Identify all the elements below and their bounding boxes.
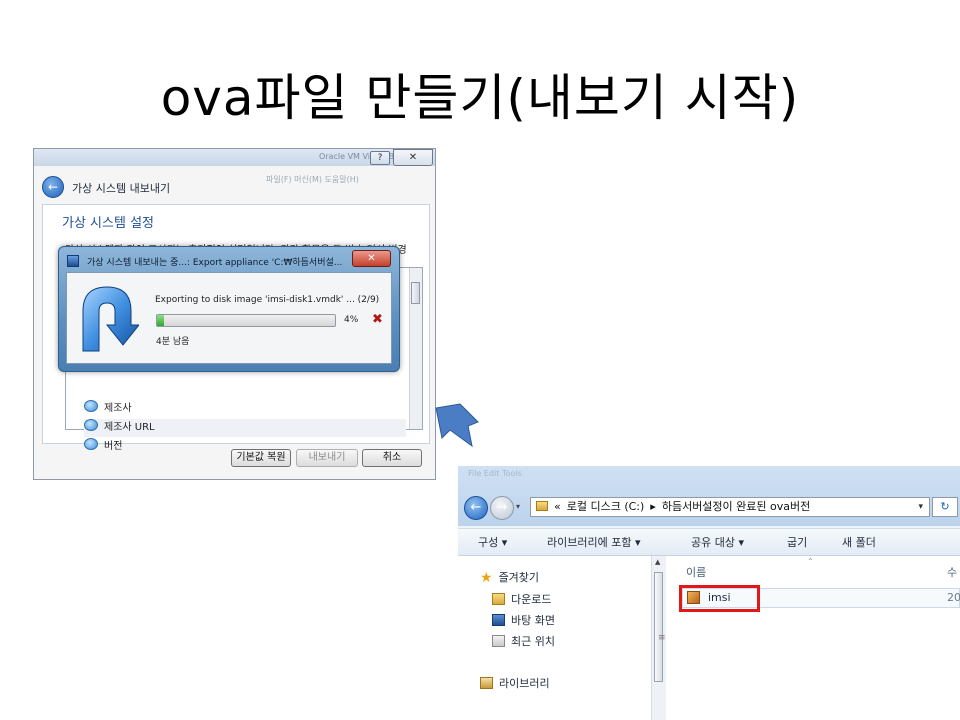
organize-menu[interactable]: 구성 ▾ (478, 534, 507, 550)
time-remaining: 4분 남음 (156, 337, 190, 347)
properties-scrollbar-thumb[interactable] (411, 282, 420, 304)
nav-item-label: 즐겨찾기 (498, 571, 540, 584)
nav-item-label: 최근 위치 (511, 635, 555, 648)
export-button[interactable]: 내보내기 (296, 449, 358, 467)
breadcrumb-local-disk[interactable]: 로컬 디스크 (C:) (567, 498, 645, 516)
sort-indicator-icon: ⌃ (807, 557, 814, 566)
property-label: 버전 (104, 441, 123, 452)
recent-pages-dropdown-icon[interactable]: ▾ (516, 502, 520, 511)
speech-bubble-icon (84, 438, 98, 450)
recent-places-icon (492, 635, 505, 647)
breadcrumb-separator[interactable]: ▸ (650, 498, 656, 516)
restore-defaults-button[interactable]: 기본값 복원 (231, 449, 291, 467)
cancel-export-icon[interactable]: ✖ (372, 312, 383, 327)
breadcrumb-ova-folder[interactable]: 하듬서버설정이 완료된 ova버전 (662, 498, 810, 516)
export-arrow-icon (82, 286, 139, 352)
desktop-icon (492, 614, 505, 626)
forward-arrow-icon[interactable]: → (490, 496, 514, 520)
flow-arrow-icon (435, 403, 479, 448)
background-window-title: Oracle VM VirtualBox (319, 152, 404, 161)
scrollbar-grip-icon: ≡ (658, 633, 666, 643)
nav-item-downloads[interactable]: 다운로드 (492, 591, 551, 607)
back-arrow-icon[interactable]: ← (464, 496, 488, 520)
nav-item-label: 다운로드 (511, 593, 552, 606)
nav-item-recent-places[interactable]: 최근 위치 (492, 633, 555, 649)
wizard-close-button[interactable]: ✕ (393, 149, 433, 166)
wizard-header-title: 가상 시스템 내보내기 (72, 182, 171, 195)
property-row-version[interactable]: 버전 (84, 438, 122, 456)
properties-scrollbar[interactable] (409, 268, 422, 429)
progress-percent: 4% (344, 315, 359, 325)
export-progress-dialog: 가상 시스템 내보내는 중...: Export appliance 'C:₩하… (58, 246, 400, 372)
background-window-menu: 파일(F) 머신(M) 도움말(H) (266, 175, 359, 184)
progress-message: Exporting to disk image 'imsi-disk1.vmdk… (155, 295, 380, 305)
file-date: 20 (947, 591, 960, 604)
nav-item-desktop[interactable]: 바탕 화면 (492, 612, 555, 628)
property-label: 제조사 (104, 403, 132, 414)
help-button[interactable]: ? (370, 151, 390, 165)
property-row-vendor-url[interactable]: 제조사 URL (84, 419, 406, 437)
speech-bubble-icon (84, 419, 98, 431)
nav-item-libraries[interactable]: 라이브러리 (480, 675, 550, 691)
burn-button[interactable]: 굽기 (787, 534, 807, 550)
back-arrow-icon[interactable]: ← (42, 176, 64, 198)
command-bar: 구성 ▾ 라이브러리에 포함 ▾ 공유 대상 ▾ 굽기 새 폴더 (458, 528, 960, 556)
navigation-scrollbar[interactable]: ▲ ≡ (651, 556, 666, 720)
refresh-icon[interactable]: ↻ (932, 497, 958, 517)
slide-title: ova파일 만들기(내보기 시작) (160, 69, 800, 127)
progress-dialog-title: 가상 시스템 내보내는 중...: Export appliance 'C:₩하… (87, 258, 343, 268)
folder-icon (536, 501, 548, 511)
file-list-area (666, 556, 960, 720)
progress-close-button[interactable]: ✕ (352, 250, 391, 267)
navigation-scrollbar-thumb[interactable]: ≡ (654, 572, 666, 682)
speech-bubble-icon (84, 400, 98, 412)
breadcrumb-overflow[interactable]: « (554, 498, 561, 516)
address-bar[interactable]: « 로컬 디스크 (C:) ▸ 하듬서버설정이 완료된 ova버전 ▾ (530, 497, 930, 517)
downloads-folder-icon (492, 593, 505, 605)
new-folder-button[interactable]: 새 폴더 (842, 534, 876, 550)
nav-item-label: 바탕 화면 (511, 614, 555, 627)
progress-dialog-body: Exporting to disk image 'imsi-disk1.vmdk… (66, 272, 392, 364)
share-with-menu[interactable]: 공유 대상 ▾ (691, 534, 744, 550)
cancel-button[interactable]: 취소 (362, 449, 422, 467)
property-row-vendor[interactable]: 제조사 (84, 400, 132, 418)
column-header-date[interactable]: 수 (947, 564, 957, 580)
property-label: 제조사 URL (104, 422, 155, 433)
settings-heading: 가상 시스템 설정 (62, 216, 154, 231)
progress-bar-fill (157, 315, 165, 326)
virtualbox-icon (67, 255, 79, 267)
scroll-up-icon[interactable]: ▲ (655, 558, 660, 566)
file-explorer-window: File Edit Tools ← → ▾ « 로컬 디스크 (C:) ▸ 하듬서버설… (458, 466, 960, 720)
nav-item-label: 라이브러리 (499, 677, 550, 690)
red-highlight-box (679, 585, 760, 612)
include-in-library-menu[interactable]: 라이브러리에 포함 ▾ (547, 534, 640, 550)
progress-bar (156, 314, 336, 327)
library-icon (480, 677, 493, 689)
explorer-background-title: File Edit Tools (468, 469, 522, 478)
nav-item-favorites[interactable]: ★ 즐겨찾기 (480, 569, 539, 586)
column-header-name[interactable]: 이름 (686, 564, 706, 580)
explorer-header (458, 466, 960, 526)
address-dropdown-icon[interactable]: ▾ (918, 498, 923, 516)
star-icon: ★ (480, 570, 493, 586)
